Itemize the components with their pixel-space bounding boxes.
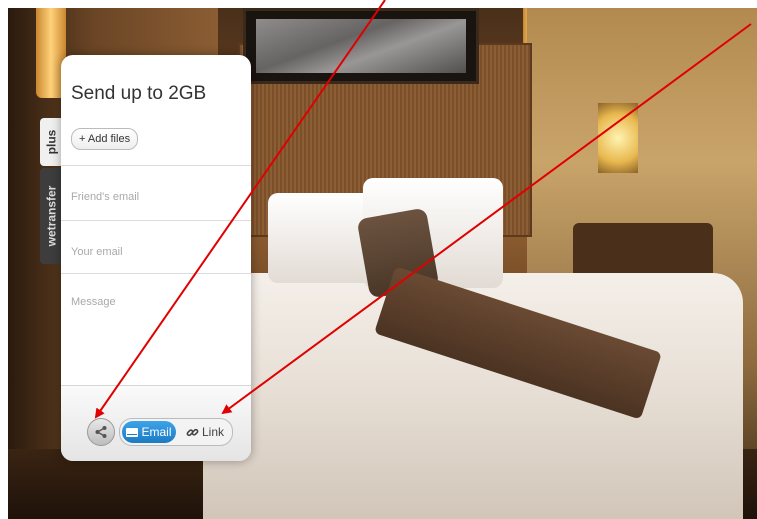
upload-panel: Send up to 2GB + Add files Friend's emai… <box>61 55 251 461</box>
share-icon <box>95 426 107 438</box>
link-mode-label: Link <box>201 425 224 439</box>
link-icon <box>186 428 199 436</box>
email-mode-button[interactable]: Email <box>122 421 176 443</box>
background-artwork <box>243 8 479 84</box>
message-field[interactable]: Message <box>61 273 251 384</box>
your-email-field[interactable]: Your email <box>61 220 251 274</box>
share-button[interactable] <box>87 418 115 446</box>
message-placeholder: Message <box>71 296 116 308</box>
link-mode-button[interactable]: Link <box>180 421 230 443</box>
panel-title: Send up to 2GB <box>71 83 207 104</box>
transfer-mode-toggle: Email Link <box>119 418 233 446</box>
friend-email-field[interactable]: Friend's email <box>61 165 251 221</box>
email-mode-label: Email <box>141 425 172 439</box>
tab-plus[interactable]: plus <box>40 118 62 166</box>
your-email-placeholder: Your email <box>71 246 123 258</box>
panel-footer: Email Link <box>61 385 251 461</box>
envelope-icon <box>126 427 139 437</box>
tab-wetransfer-label: wetransfer <box>44 185 59 247</box>
tab-wetransfer[interactable]: wetransfer <box>40 168 62 264</box>
tab-plus-label: plus <box>44 129 59 155</box>
add-files-button[interactable]: + Add files <box>71 128 139 150</box>
friend-email-placeholder: Friend's email <box>71 191 140 203</box>
background-wall-light <box>598 103 638 173</box>
